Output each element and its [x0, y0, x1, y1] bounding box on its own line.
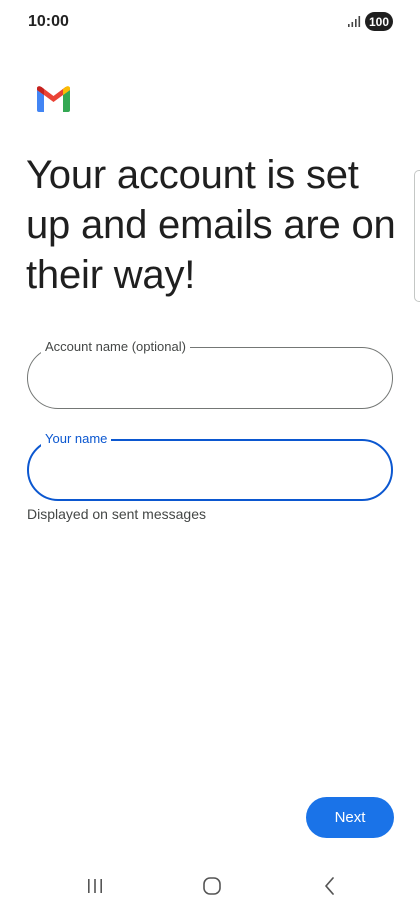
status-time: 10:00 — [28, 13, 69, 30]
edge-panel-handle[interactable] — [414, 170, 420, 302]
account-name-field[interactable]: Account name (optional) — [27, 339, 393, 409]
your-name-label: Your name — [41, 431, 112, 447]
your-name-field[interactable]: Your name — [27, 431, 393, 501]
your-name-helper-text: Displayed on sent messages — [27, 506, 206, 522]
account-name-label: Account name (optional) — [41, 339, 190, 355]
battery-indicator: 100 — [365, 12, 393, 31]
next-button[interactable]: Next — [306, 797, 394, 838]
signal-bars-icon — [347, 14, 361, 28]
your-name-input[interactable] — [47, 459, 367, 483]
recents-icon[interactable] — [75, 874, 115, 898]
status-bar: 10:00 100 — [0, 0, 420, 46]
gmail-logo-icon — [35, 84, 72, 112]
page-title: Your account is set up and emails are on… — [26, 153, 396, 297]
system-navigation-bar — [0, 862, 420, 910]
back-icon[interactable] — [310, 874, 350, 898]
home-icon[interactable] — [192, 874, 232, 898]
account-setup-screen: 10:00 100 Your account is set up and ema… — [0, 0, 420, 910]
account-name-input[interactable] — [46, 366, 366, 390]
